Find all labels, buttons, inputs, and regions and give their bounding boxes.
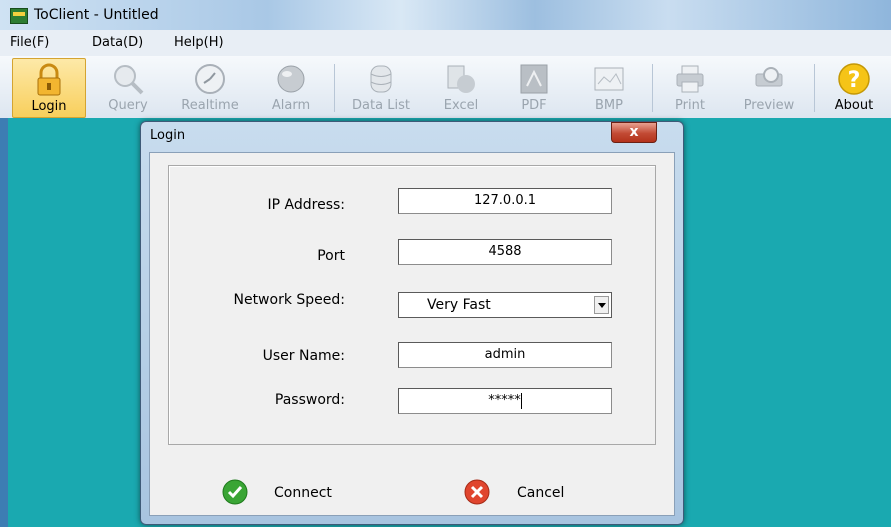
bmp-label: BMP <box>595 98 623 113</box>
checkmark-icon[interactable] <box>222 479 248 505</box>
window-title: ToClient - Untitled <box>34 7 159 23</box>
toolbar-separator <box>334 64 335 112</box>
user-name-label: User Name: <box>262 348 345 364</box>
network-speed-label: Network Speed: <box>233 292 345 308</box>
svg-text:?: ? <box>848 68 861 93</box>
realtime-label: Realtime <box>181 98 239 113</box>
login-group: IP Address: 127.0.0.1 Port 4588 Network … <box>168 165 656 445</box>
bmp-button[interactable]: BMP <box>580 58 638 116</box>
close-icon[interactable]: x <box>611 122 657 143</box>
alarm-label: Alarm <box>271 98 311 113</box>
excel-button[interactable]: Excel <box>432 58 490 116</box>
preview-button[interactable]: Preview <box>734 58 804 116</box>
about-label: About <box>834 98 874 113</box>
toolbar-separator <box>652 64 653 112</box>
toolbar: Login Query Realtime Alarm Data List Exc… <box>0 56 891 119</box>
pdf-icon <box>520 64 548 94</box>
print-label: Print <box>675 98 705 113</box>
menu-data[interactable]: Data(D) <box>92 35 143 50</box>
excel-label: Excel <box>443 98 479 113</box>
help-icon: ? <box>838 63 870 95</box>
text-caret <box>520 392 522 409</box>
menu-bar: File(F) Data(D) Help(H) <box>0 30 891 57</box>
chevron-down-icon[interactable] <box>594 296 609 314</box>
query-button[interactable]: Query <box>100 58 156 116</box>
cancel-x-icon[interactable] <box>464 479 490 505</box>
ip-address-label: IP Address: <box>267 197 346 213</box>
cancel-button[interactable]: Cancel <box>517 485 564 501</box>
workspace-edge <box>0 118 8 527</box>
image-icon <box>594 67 624 91</box>
dialog-body: IP Address: 127.0.0.1 Port 4588 Network … <box>149 152 675 516</box>
password-field[interactable]: ***** <box>398 388 612 414</box>
user-name-field[interactable]: admin <box>398 342 612 368</box>
pdf-button[interactable]: PDF <box>508 58 560 116</box>
magnifier-icon <box>114 65 144 95</box>
lock-icon <box>37 63 61 96</box>
alarm-button[interactable]: Alarm <box>262 58 320 116</box>
database-icon <box>370 65 392 93</box>
login-button[interactable]: Login <box>12 58 86 118</box>
port-field[interactable]: 4588 <box>398 239 612 265</box>
login-label: Login <box>31 99 67 114</box>
connect-button[interactable]: Connect <box>274 485 332 501</box>
app-icon <box>10 8 28 24</box>
title-bar: ToClient - Untitled <box>0 0 891 30</box>
data-list-button[interactable]: Data List <box>342 58 420 116</box>
toolbar-separator <box>814 64 815 112</box>
ip-address-field[interactable]: 127.0.0.1 <box>398 188 612 214</box>
network-speed-select[interactable]: Very Fast <box>398 292 612 318</box>
menu-file[interactable]: File(F) <box>10 35 49 50</box>
preview-label: Preview <box>743 98 795 113</box>
network-speed-value: Very Fast <box>427 297 491 313</box>
alarm-light-icon <box>277 65 305 93</box>
password-label: Password: <box>274 392 345 408</box>
pdf-label: PDF <box>521 98 547 113</box>
excel-icon <box>447 65 475 93</box>
dialog-title: Login <box>150 128 186 143</box>
print-button[interactable]: Print <box>664 58 716 116</box>
clock-icon <box>195 64 225 94</box>
about-button[interactable]: ? About <box>822 58 886 116</box>
password-mask: ***** <box>488 393 521 408</box>
realtime-button[interactable]: Realtime <box>174 58 246 116</box>
menu-help[interactable]: Help(H) <box>174 35 224 50</box>
port-label: Port <box>317 248 345 264</box>
data-list-label: Data List <box>352 98 410 113</box>
login-dialog: Login x IP Address: 127.0.0.1 Port 4588 … <box>140 121 684 525</box>
query-label: Query <box>108 98 148 113</box>
printer-icon <box>676 65 704 93</box>
preview-icon <box>755 67 783 87</box>
